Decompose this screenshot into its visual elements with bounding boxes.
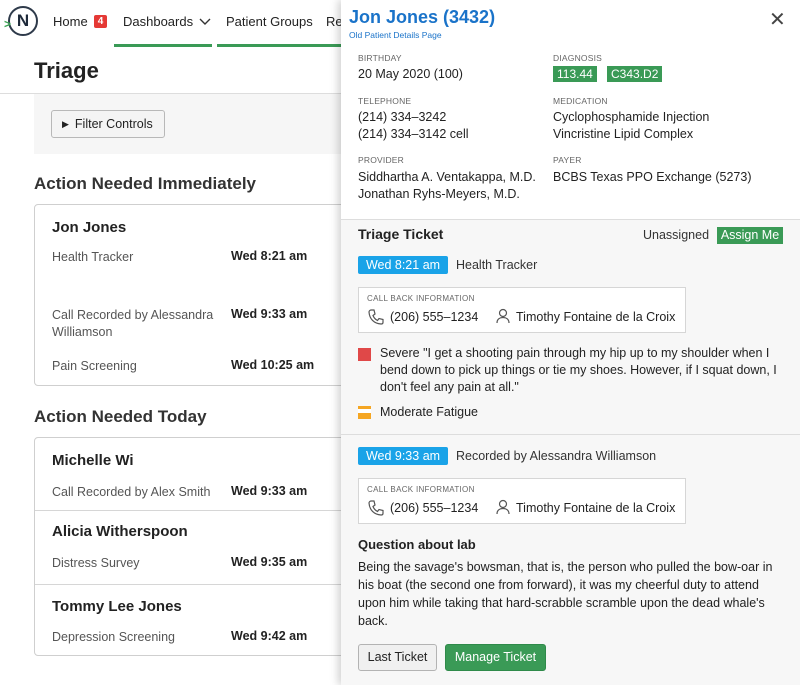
close-icon[interactable]: ✕ [769, 10, 786, 30]
card-row-label: Depression Screening [52, 630, 175, 644]
medication-label: MEDICATION [553, 96, 608, 106]
question-body: Being the savage's bowsman, that is, the… [358, 560, 773, 628]
card-row-label: Call Recorded by Alessandra Williamson [52, 308, 214, 339]
filter-controls-button[interactable]: ▶ Filter Controls [51, 110, 165, 138]
card-row-label: Pain Screening [52, 359, 137, 373]
section-title-immediate: Action Needed Immediately [34, 174, 257, 193]
manage-ticket-button[interactable]: Manage Ticket [445, 644, 546, 671]
diagnosis-label: DIAGNOSIS [553, 53, 603, 63]
entry-source: Recorded by Alessandra Williamson [456, 449, 657, 463]
card-patient-name: Tommy Lee Jones [52, 598, 182, 615]
assign-me-button[interactable]: Assign Me [717, 227, 783, 244]
panel-patient-name[interactable]: Jon Jones (3432) [349, 7, 495, 28]
person-icon [496, 499, 510, 515]
provider-label: PROVIDER [358, 155, 404, 165]
call-back-info-box: CALL BACK INFORMATION (206) 555–1234 Tim… [358, 478, 686, 524]
person-icon [496, 308, 510, 324]
page-title: Triage [34, 58, 99, 83]
filter-controls-label: Filter Controls [74, 117, 153, 131]
play-triangle-icon: ▶ [62, 118, 69, 129]
card-row-time: Wed 9:33 am [231, 307, 308, 321]
old-patient-details-link[interactable]: Old Patient Details Page [349, 30, 442, 40]
card-row-time: Wed 9:35 am [231, 555, 308, 569]
last-ticket-button[interactable]: Last Ticket [358, 644, 437, 671]
diagnosis-code-tag: C343.D2 [607, 66, 663, 82]
nav-dashboards[interactable]: Dashboards [123, 14, 211, 29]
moderate-indicator-icon [358, 406, 371, 419]
provider-2: Jonathan Ryhs-Meyers, M.D. [358, 187, 520, 201]
patient-card-tommy-lee-jones[interactable]: Tommy Lee Jones Depression Screening Wed… [35, 585, 345, 655]
medication-2: Vincristine Lipid Complex [553, 127, 694, 141]
diagnosis-code-tag: 113.44 [553, 66, 597, 82]
nav-underline-patient-groups [217, 44, 342, 47]
nav-home-badge: 4 [93, 15, 108, 28]
today-card-list: Michelle Wi Call Recorded by Alex Smith … [34, 437, 346, 656]
severe-indicator-icon [358, 348, 371, 361]
call-back-contact: Timothy Fontaine de la Croix [516, 310, 676, 324]
card-row-label: Health Tracker [52, 250, 134, 264]
logo-arrow-icon: > [4, 17, 12, 31]
card-patient-name: Alicia Witherspoon [52, 523, 188, 540]
patient-card-michelle-wi[interactable]: Michelle Wi Call Recorded by Alex Smith … [35, 438, 345, 510]
birthday-value: 20 May 2020 (100) [358, 67, 463, 81]
nav-patient-groups[interactable]: Patient Groups [226, 14, 313, 29]
card-row-time: Wed 9:42 am [231, 629, 308, 643]
chevron-down-icon [199, 18, 211, 25]
triage-ticket-title: Triage Ticket [358, 226, 444, 242]
phone-cell: (214) 334–3142 cell [358, 127, 469, 141]
card-patient-name: Jon Jones [52, 219, 127, 236]
provider-1: Siddhartha A. Ventakappa, M.D. [358, 170, 536, 184]
payer-label: PAYER [553, 155, 582, 165]
medication-1: Cyclophosphamide Injection [553, 110, 710, 124]
telephone-label: TELEPHONE [358, 96, 412, 106]
patient-card-jon-jones[interactable]: Jon Jones Health Tracker Wed 8:21 am Cal… [34, 204, 346, 386]
nav-patient-groups-label: Patient Groups [226, 14, 313, 29]
phone-icon [368, 309, 384, 325]
entry-source: Health Tracker [456, 258, 538, 272]
section-title-today: Action Needed Today [34, 407, 207, 426]
nav-underline-dashboards [114, 44, 212, 47]
entry-time-pill: Wed 9:33 am [358, 447, 448, 465]
entry-time-pill: Wed 8:21 am [358, 256, 448, 274]
birthday-label: BIRTHDAY [358, 53, 402, 63]
call-back-label: CALL BACK INFORMATION [367, 294, 475, 303]
entry-divider [341, 434, 800, 435]
call-back-phone[interactable]: (206) 555–1234 [390, 310, 478, 324]
card-row-time: Wed 8:21 am [231, 249, 308, 263]
card-row-time: Wed 10:25 am [231, 358, 315, 372]
panel-divider [341, 219, 800, 220]
app-logo[interactable]: > N [4, 6, 38, 36]
card-row-time: Wed 9:33 am [231, 484, 308, 498]
assignment-status: Unassigned [643, 228, 710, 242]
severe-symptom-text: Severe "I get a shooting pain through my… [380, 346, 777, 394]
call-back-info-box: CALL BACK INFORMATION (206) 555–1234 Tim… [358, 287, 686, 333]
call-back-phone[interactable]: (206) 555–1234 [390, 501, 478, 515]
phone-icon [368, 500, 384, 516]
nav-dashboards-label: Dashboards [123, 14, 194, 29]
payer-value: BCBS Texas PPO Exchange (5273) [553, 170, 752, 184]
card-row-label: Call Recorded by Alex Smith [52, 485, 211, 499]
question-title: Question about lab [358, 537, 476, 552]
card-row-label: Distress Survey [52, 556, 140, 570]
nav-home[interactable]: Home 4 [53, 14, 108, 29]
call-back-label: CALL BACK INFORMATION [367, 485, 475, 494]
nav-home-label: Home [53, 14, 88, 29]
moderate-symptom-text: Moderate Fatigue [380, 405, 478, 419]
card-patient-name: Michelle Wi [52, 452, 134, 469]
phone-primary: (214) 334–3242 [358, 110, 447, 124]
patient-card-alicia-witherspoon[interactable]: Alicia Witherspoon Distress Survey Wed 9… [35, 511, 345, 583]
patient-details-panel: Jon Jones (3432) Old Patient Details Pag… [341, 0, 800, 685]
call-back-contact: Timothy Fontaine de la Croix [516, 501, 676, 515]
